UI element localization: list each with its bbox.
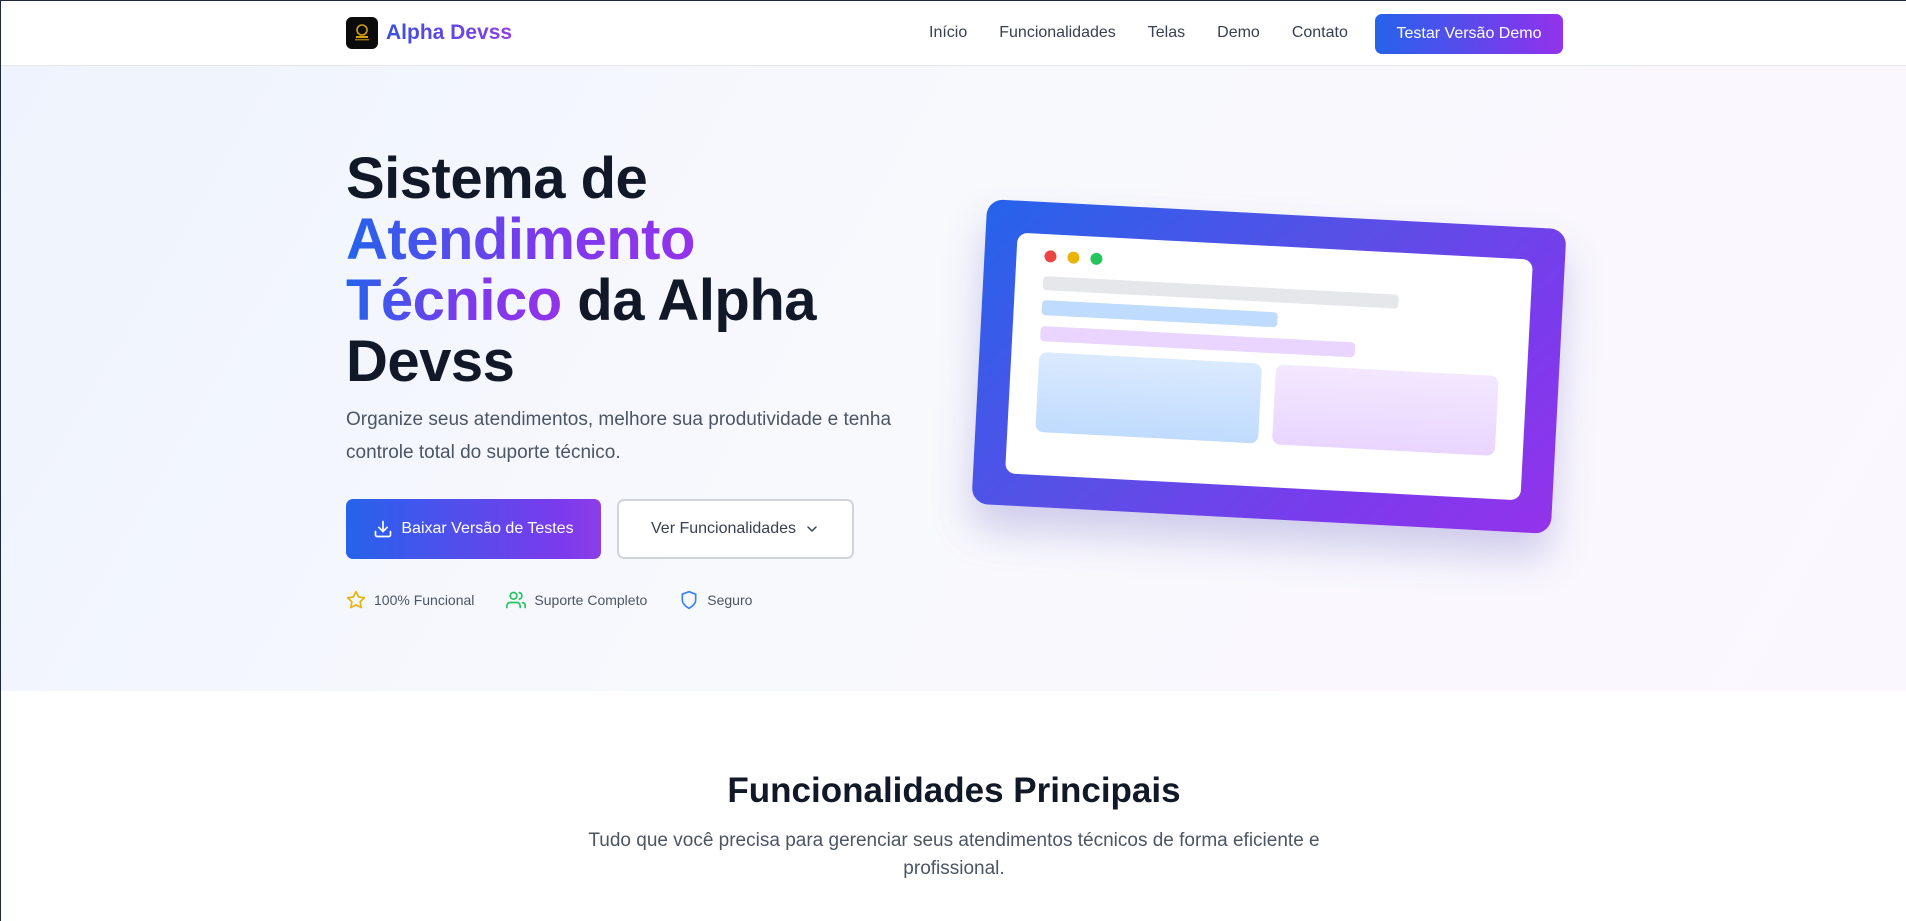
- nav-link-demo[interactable]: Demo: [1217, 24, 1260, 42]
- mockup-cards: [1035, 351, 1499, 456]
- hero-section: Sistema de Atendimento Técnico da Alpha …: [1, 66, 1906, 691]
- nav-link-funcionalidades[interactable]: Funcionalidades: [999, 24, 1116, 42]
- mockup-frame: [971, 199, 1567, 534]
- mockup-bar-blue: [1041, 300, 1278, 328]
- top-navbar: Alpha Devss Início Funcionalidades Telas…: [1, 1, 1906, 66]
- window-dot-red: [1044, 250, 1057, 263]
- brand-logo-icon: [346, 17, 378, 49]
- window-dot-yellow: [1067, 251, 1080, 264]
- hero-badges: 100% Funcional Suporte Completo Seguro: [346, 590, 784, 610]
- see-features-button[interactable]: Ver Funcionalidades: [617, 499, 854, 559]
- badge-secure: Seguro: [679, 590, 752, 610]
- download-button-label: Baixar Versão de Testes: [401, 520, 574, 537]
- hero-subtitle: Organize seus atendimentos, melhore sua …: [346, 409, 892, 463]
- shield-icon: [681, 590, 697, 610]
- window-dot-green: [1090, 252, 1103, 266]
- brand-name[interactable]: Alpha Devss: [386, 21, 512, 45]
- hero-title-highlight-2: Técnico: [346, 268, 562, 333]
- mockup-card-purple: [1271, 364, 1499, 456]
- nav-link-contato[interactable]: Contato: [1292, 24, 1348, 42]
- star-icon: [346, 590, 366, 609]
- mockup-bar-purple: [1040, 326, 1356, 358]
- chevron-down-icon: [807, 526, 817, 532]
- badge-support-label: Suporte Completo: [534, 592, 648, 608]
- try-demo-button[interactable]: Testar Versão Demo: [1375, 14, 1563, 54]
- badge-support: Suporte Completo: [506, 590, 647, 610]
- features-title: Funcionalidades Principais: [727, 771, 1181, 810]
- nav-link-telas[interactable]: Telas: [1148, 24, 1185, 42]
- badge-secure-label: Seguro: [707, 592, 753, 608]
- hero-title-line1: Sistema de: [346, 146, 648, 211]
- users-icon: [506, 591, 527, 609]
- features-subtitle: Tudo que você precisa para gerenciar seu…: [588, 830, 1320, 879]
- hero-title: Sistema de Atendimento Técnico da Alpha …: [346, 148, 906, 392]
- download-icon: [375, 520, 392, 538]
- mockup-card-blue: [1035, 351, 1263, 444]
- badge-functional-label: 100% Funcional: [374, 592, 475, 608]
- badge-functional: 100% Funcional: [346, 590, 474, 610]
- brand[interactable]: Alpha Devss: [346, 17, 512, 49]
- mockup-screen: [1005, 232, 1533, 501]
- see-features-label: Ver Funcionalidades: [651, 520, 796, 537]
- app-mockup-illustration: [971, 199, 1567, 534]
- nav-link-inicio[interactable]: Início: [929, 24, 967, 42]
- nav-links: Início Funcionalidades Telas Demo Contat…: [929, 24, 1380, 42]
- download-test-version-button[interactable]: Baixar Versão de Testes: [346, 499, 601, 559]
- hero-title-highlight-1: Atendimento: [346, 207, 695, 272]
